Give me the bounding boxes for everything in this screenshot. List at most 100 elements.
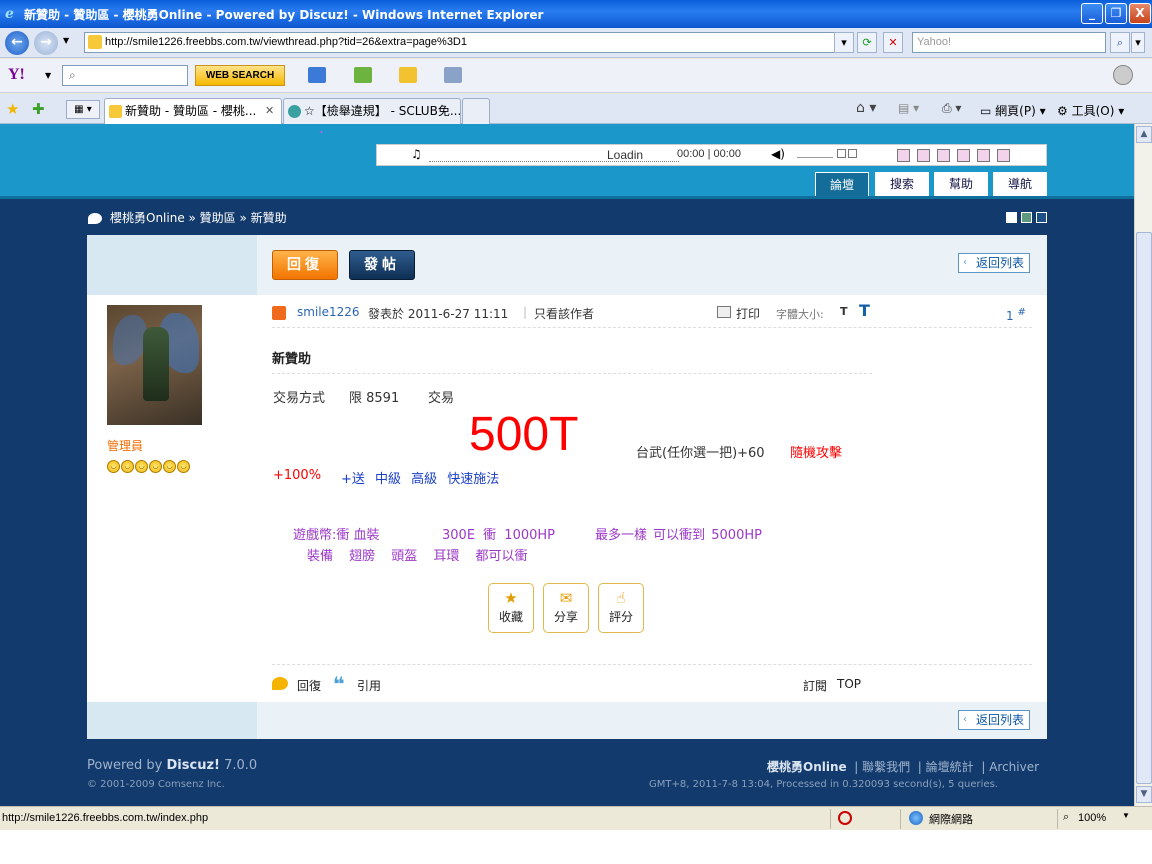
yahoo-toolbar-search-input[interactable]: ⌕ (62, 65, 188, 86)
nav-help[interactable]: 幫助 (934, 172, 988, 196)
nav-forum[interactable]: 論壇 (815, 172, 869, 196)
player-control-button[interactable] (977, 149, 990, 162)
scroll-up-arrow[interactable]: ▲ (1136, 126, 1152, 143)
player-control-button[interactable] (997, 149, 1010, 162)
refresh-icon[interactable]: ⟳ (857, 32, 877, 53)
zoom-icon[interactable]: ⌕ (1063, 811, 1069, 824)
address-bar[interactable]: http://smile1226.freebbs.com.tw/viewthre… (84, 32, 852, 53)
home-icon[interactable]: ⌂ ▾ (856, 100, 876, 116)
post-author[interactable]: smile1226 (297, 305, 360, 319)
powered-by-text: Powered by (87, 758, 163, 773)
add-favorite-icon[interactable]: ✚ (32, 100, 45, 118)
tab-current-label: 新贊助 - 贊助區 - 櫻桃... (125, 104, 257, 118)
quote-link[interactable]: 引用 (357, 677, 381, 694)
only-author-link[interactable]: 只看該作者 (534, 305, 594, 322)
style-switch-blue[interactable] (1036, 212, 1047, 223)
messenger-icon[interactable] (354, 67, 372, 83)
footer-contact-link[interactable]: 聯繫我們 (862, 760, 910, 774)
discuz-link[interactable]: Discuz! (167, 758, 220, 773)
mail-icon[interactable] (308, 67, 326, 83)
tab-close-icon[interactable]: ✕ (265, 104, 274, 117)
tools-menu[interactable]: ⚙ 工具(O) ▾ (1057, 102, 1124, 119)
page-menu[interactable]: ▭ 網頁(P) ▾ (980, 102, 1046, 119)
envelope-icon: ✉ (559, 589, 573, 607)
player-mode-icon[interactable] (848, 149, 857, 158)
volume-slider[interactable] (797, 157, 833, 158)
back-button[interactable]: ← (5, 31, 29, 55)
style-switch-white[interactable] (1006, 212, 1017, 223)
rate-label: 評分 (608, 610, 633, 624)
player-control-button[interactable] (937, 149, 950, 162)
subscribe-link[interactable]: 訂閱 (803, 677, 827, 694)
scroll-down-arrow[interactable]: ▼ (1136, 786, 1152, 803)
post-actions-divider (272, 664, 1032, 665)
history-dropdown-icon[interactable]: ▼ (63, 36, 69, 45)
favorite-label: 收藏 (498, 610, 523, 624)
reply-button[interactable]: 回復 (272, 250, 338, 280)
scroll-thumb[interactable] (1136, 232, 1152, 784)
reply-link[interactable]: 回復 (297, 677, 321, 694)
nav-search[interactable]: 搜索 (875, 172, 929, 196)
search-options-dropdown[interactable]: ▾ (1131, 32, 1145, 53)
popup-blocker-icon[interactable] (838, 811, 852, 825)
print-link[interactable]: 打印 (736, 305, 760, 322)
back-to-list-button-top[interactable]: 返回列表 (958, 253, 1030, 273)
breadcrumb: 櫻桃勇Online » 贊助區 » 新贊助 (88, 209, 287, 226)
back-to-list-button-bottom[interactable]: 返回列表 (958, 710, 1030, 730)
status-divider (1057, 809, 1058, 829)
print-toolbar-icon[interactable]: ⎙ ▾ (942, 101, 961, 116)
rank-star-icon: ◡ (121, 460, 134, 473)
forward-button[interactable]: → (34, 31, 58, 55)
floor-number[interactable]: 1 # (1006, 307, 1026, 323)
font-small-button[interactable]: T (840, 305, 848, 318)
avatar[interactable] (107, 305, 202, 425)
player-control-button[interactable] (917, 149, 930, 162)
yahoo-logo[interactable]: Y! (8, 66, 25, 84)
minimize-button[interactable]: _ (1081, 3, 1103, 24)
footer-powered: Powered by Discuz! 7.0.0 (87, 758, 257, 773)
nav-navigation[interactable]: 導航 (993, 172, 1047, 196)
bonus-skills: +送 中級 高級 快速施法 (341, 472, 500, 487)
yahoo-menu-dropdown-icon[interactable]: ▼ (45, 71, 51, 80)
favorites-star-icon[interactable]: ★ (6, 100, 19, 118)
maximize-button[interactable]: ❐ (1105, 3, 1127, 24)
print-icon[interactable] (717, 306, 731, 318)
footer-stats-link[interactable]: 論壇統計 (926, 760, 974, 774)
yahoo-search-input[interactable]: Yahoo! (912, 32, 1106, 53)
volume-icon[interactable]: ◀) (771, 147, 785, 161)
quick-tabs-button[interactable]: ▦ ▾ (66, 100, 100, 119)
player-control-button[interactable] (897, 149, 910, 162)
style-switch-green[interactable] (1021, 212, 1032, 223)
player-time: 00:00 | 00:00 (677, 148, 742, 160)
zoom-dropdown-icon[interactable]: ▼ (1122, 811, 1130, 820)
ebay-icon[interactable] (399, 67, 417, 83)
feeds-icon[interactable]: ▤ ▾ (898, 101, 919, 115)
font-big-button[interactable]: T (859, 301, 870, 320)
web-search-button[interactable]: WEB SEARCH (195, 65, 285, 86)
top-link[interactable]: TOP (837, 677, 861, 691)
music-note-icon: ♫ (411, 147, 422, 161)
footer-copyright: © 2001-2009 Comsenz Inc. (87, 779, 225, 790)
new-tab-button[interactable] (462, 98, 490, 124)
footer-site-name[interactable]: 櫻桃勇Online (767, 760, 847, 774)
player-control-button[interactable] (957, 149, 970, 162)
page-menu-label: 網頁(P) (995, 104, 1036, 118)
share-button[interactable]: ✉ 分享 (543, 583, 589, 633)
favorite-button[interactable]: ★ 收藏 (488, 583, 534, 633)
vertical-scrollbar[interactable]: ▲ ▼ (1134, 124, 1152, 806)
player-mode-icon[interactable] (837, 149, 846, 158)
browser-window: e 新贊助 - 贊助區 - 櫻桃勇Online - Powered by Dis… (0, 0, 1152, 864)
tab-second[interactable]: ☆【檢舉違規】 - SCLUB免... (283, 98, 461, 124)
search-icon[interactable]: ⌕ (1110, 32, 1130, 53)
settings-icon[interactable] (1113, 65, 1133, 85)
rate-button[interactable]: ☝ 評分 (598, 583, 644, 633)
breadcrumb-text[interactable]: 櫻桃勇Online » 贊助區 » 新贊助 (110, 211, 287, 225)
tab-current[interactable]: 新贊助 - 贊助區 - 櫻桃... (104, 98, 282, 124)
antispy-icon[interactable] (444, 67, 462, 83)
address-dropdown-button[interactable]: ▾ (834, 32, 854, 53)
zoom-level[interactable]: 100% (1078, 812, 1106, 824)
stop-icon[interactable]: ✕ (883, 32, 903, 53)
close-button[interactable]: X (1129, 3, 1151, 24)
new-post-button[interactable]: 發帖 (349, 250, 415, 280)
footer-archiver-link[interactable]: Archiver (989, 760, 1039, 774)
